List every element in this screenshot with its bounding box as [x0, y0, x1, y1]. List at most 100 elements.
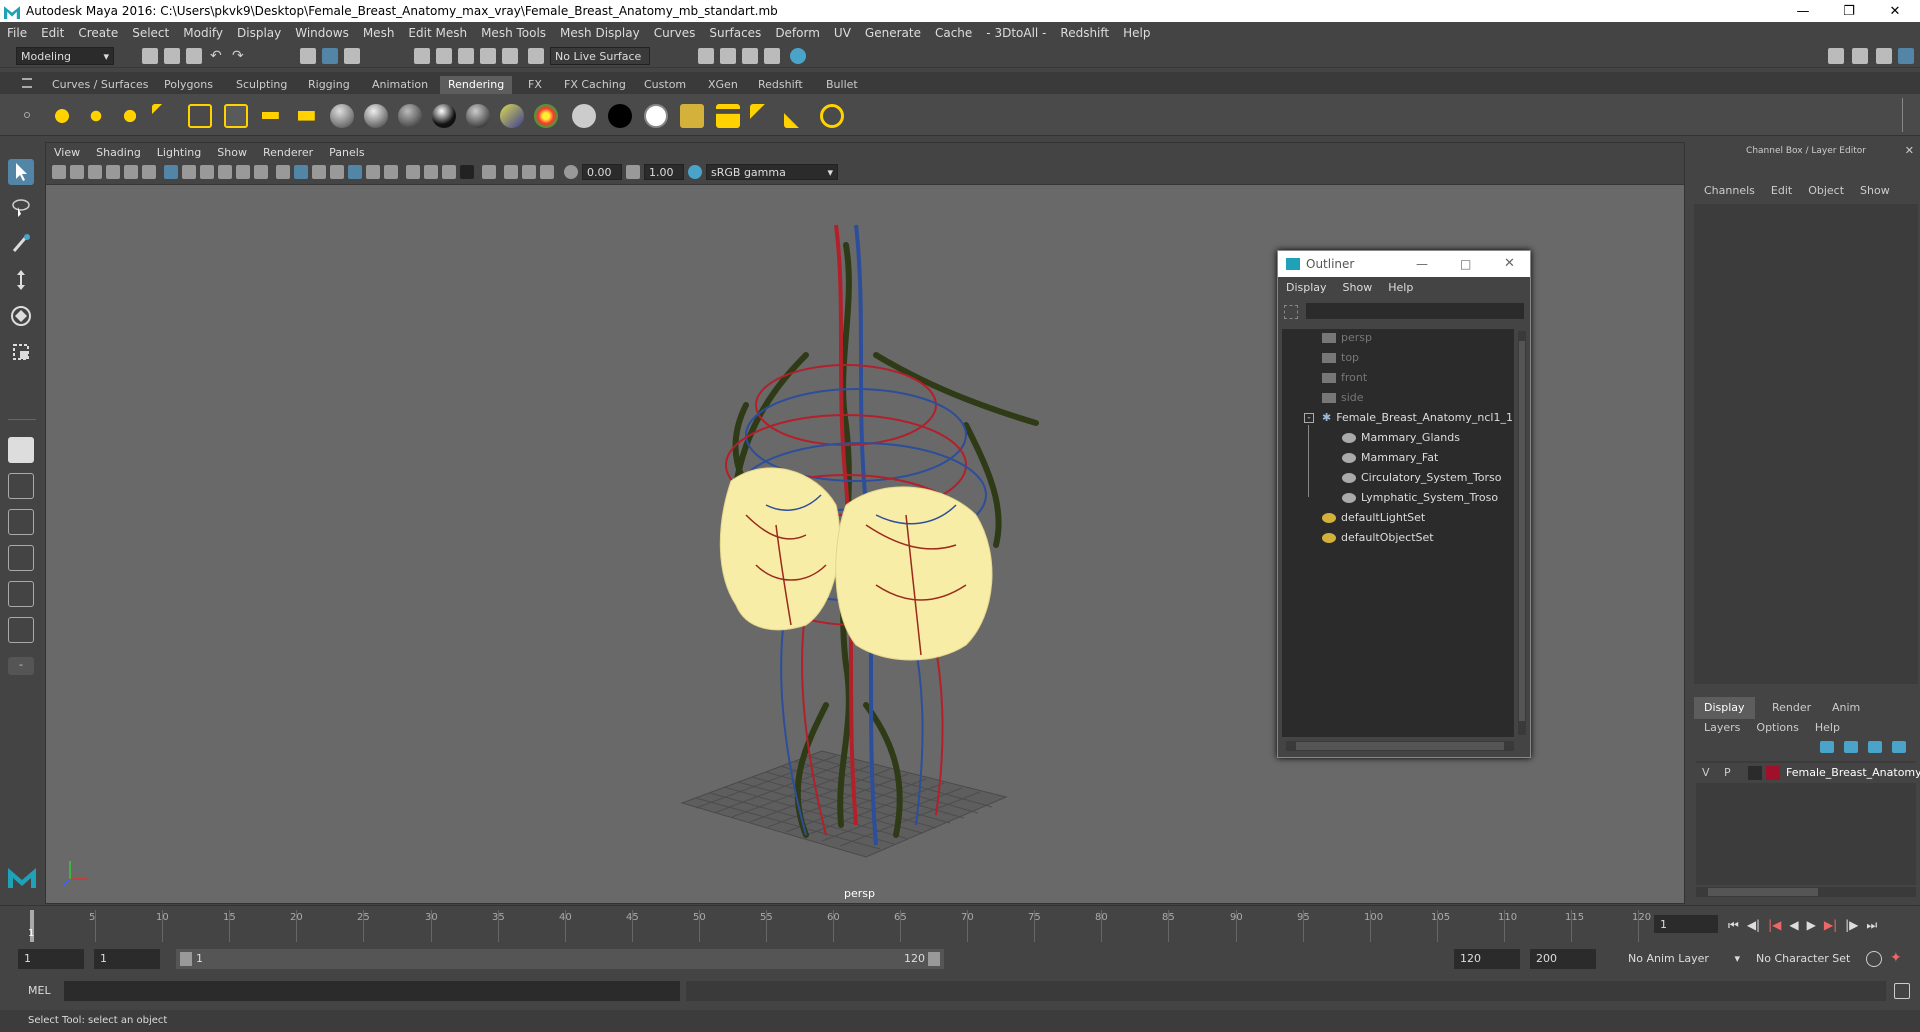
- workspace-icon[interactable]: [1828, 48, 1844, 64]
- go-to-end-icon[interactable]: ⏭: [1866, 918, 1877, 933]
- outliner-item-side[interactable]: side: [1322, 389, 1364, 407]
- animation-end-field[interactable]: 200: [1530, 949, 1596, 969]
- step-back-icon[interactable]: ◀|: [1747, 918, 1760, 933]
- persp-outliner-layout-icon[interactable]: [8, 545, 34, 571]
- phong-icon[interactable]: [398, 104, 422, 128]
- textured-icon[interactable]: [330, 165, 344, 179]
- layer-tab-render[interactable]: Render: [1762, 697, 1821, 719]
- go-to-start-icon[interactable]: ⏮: [1728, 918, 1739, 933]
- menu-display[interactable]: Display: [230, 26, 288, 40]
- camera-aim-icon[interactable]: [294, 104, 318, 128]
- undo-icon[interactable]: ↶: [210, 48, 226, 64]
- ambient-light-icon[interactable]: [50, 104, 74, 128]
- persp-graph-layout-icon[interactable]: [8, 581, 34, 607]
- shelf-menu-icon[interactable]: [22, 78, 32, 88]
- menu-select[interactable]: Select: [125, 26, 176, 40]
- outliner-title-bar[interactable]: Outliner — □ ✕: [1278, 251, 1530, 277]
- step-back-key-icon[interactable]: |◀: [1768, 918, 1781, 933]
- tab-rigging[interactable]: Rigging: [300, 76, 358, 94]
- menu-surfaces[interactable]: Surfaces: [702, 26, 768, 40]
- field-chart-icon[interactable]: [236, 165, 250, 179]
- outliner-item-default-light-set[interactable]: defaultLightSet: [1322, 509, 1425, 527]
- outliner-maximize-icon[interactable]: □: [1460, 257, 1471, 271]
- tab-curves-surfaces[interactable]: Curves / Surfaces: [44, 76, 157, 94]
- resolution-gate-icon[interactable]: [200, 165, 214, 179]
- layer-color-swatch[interactable]: [1766, 766, 1780, 780]
- lasso-tool-icon[interactable]: [8, 195, 34, 221]
- tab-animation[interactable]: Animation: [364, 76, 436, 94]
- make-light-link-icon[interactable]: [784, 104, 808, 128]
- script-editor-icon[interactable]: [1894, 983, 1910, 999]
- layer-horizontal-scrollbar[interactable]: [1696, 887, 1916, 897]
- use-background-icon[interactable]: [608, 104, 632, 128]
- select-tool-icon[interactable]: [8, 159, 34, 185]
- menu-3dtoall[interactable]: - 3DtoAll -: [979, 26, 1053, 40]
- select-object-icon[interactable]: [322, 48, 338, 64]
- blinn-icon[interactable]: [364, 104, 388, 128]
- outliner-item-persp[interactable]: persp: [1322, 329, 1372, 347]
- outliner-item-mammary-glands[interactable]: Mammary_Glands: [1342, 429, 1460, 447]
- area-light-icon[interactable]: [188, 104, 212, 128]
- tab-sculpting[interactable]: Sculpting: [228, 76, 295, 94]
- animation-prefs-icon[interactable]: ✦: [1890, 951, 1906, 967]
- new-scene-icon[interactable]: [142, 48, 158, 64]
- render-layer-icon[interactable]: [680, 104, 704, 128]
- render-view-icon[interactable]: [764, 48, 780, 64]
- use-all-lights-icon[interactable]: [348, 165, 362, 179]
- gamma-field[interactable]: 1.00: [644, 164, 684, 180]
- layer-menu-options[interactable]: Options: [1748, 721, 1806, 734]
- menu-windows[interactable]: Windows: [288, 26, 356, 40]
- attribute-editor-icon[interactable]: [1852, 48, 1868, 64]
- layer-type-toggle[interactable]: [1748, 766, 1762, 780]
- outliner-minimize-icon[interactable]: —: [1416, 257, 1428, 271]
- outliner-item-circulatory[interactable]: Circulatory_System_Torso: [1342, 469, 1502, 487]
- color-management-icon[interactable]: [688, 165, 702, 179]
- viewport-menu-lighting[interactable]: Lighting: [149, 146, 209, 159]
- motion-blur-icon[interactable]: [406, 165, 420, 179]
- channel-box-icon[interactable]: [1898, 48, 1914, 64]
- collapse-toolbox-icon[interactable]: -: [8, 657, 34, 675]
- bookmark-icon[interactable]: [88, 165, 102, 179]
- xray-joints-icon[interactable]: [522, 165, 536, 179]
- outliner-menu-display[interactable]: Display: [1278, 281, 1335, 294]
- surface-shader-icon[interactable]: [572, 104, 596, 128]
- rotate-tool-icon[interactable]: [8, 303, 34, 329]
- spot-light-icon[interactable]: [152, 104, 176, 128]
- outliner-item-mammary-fat[interactable]: Mammary_Fat: [1342, 449, 1438, 467]
- film-gate-icon[interactable]: [182, 165, 196, 179]
- restore-icon[interactable]: ❐: [1826, 0, 1872, 22]
- command-language-label[interactable]: MEL: [28, 984, 51, 997]
- menu-redshift[interactable]: Redshift: [1053, 26, 1116, 40]
- time-slider-track[interactable]: 1 5 10 15 20 25 30 35 40 45 50 55 60 65 70 75 80 85 90 95 1…: [28, 910, 1651, 942]
- menu-modify[interactable]: Modify: [176, 26, 230, 40]
- playback-end-field[interactable]: 120: [1454, 949, 1520, 969]
- backface-culling-icon[interactable]: [540, 165, 554, 179]
- volume-light-icon[interactable]: [224, 104, 248, 128]
- play-backwards-icon[interactable]: ◀: [1789, 918, 1798, 933]
- animation-start-field[interactable]: 1: [18, 949, 84, 969]
- outliner-filter-icon[interactable]: [1284, 305, 1298, 319]
- depth-of-field-icon[interactable]: [442, 165, 456, 179]
- wireframe-icon[interactable]: [276, 165, 290, 179]
- viewport-menu-show[interactable]: Show: [209, 146, 255, 159]
- range-slider-bar[interactable]: 1 120: [176, 949, 944, 969]
- menu-create[interactable]: Create: [71, 26, 125, 40]
- grease-pencil-icon[interactable]: [142, 165, 156, 179]
- tab-xgen[interactable]: XGen: [700, 76, 746, 94]
- layer-list[interactable]: V P Female_Breast_Anatomy: [1696, 761, 1920, 885]
- paint-select-icon[interactable]: [8, 231, 34, 257]
- point-light-icon[interactable]: [118, 104, 142, 128]
- auto-key-icon[interactable]: [1866, 951, 1882, 967]
- break-light-link-icon[interactable]: [750, 104, 774, 128]
- tab-fx[interactable]: FX: [520, 76, 550, 94]
- smooth-shade-icon[interactable]: [294, 165, 308, 179]
- ipr-render-icon[interactable]: [742, 48, 758, 64]
- redo-icon[interactable]: ↷: [232, 48, 248, 64]
- cb-menu-object[interactable]: Object: [1800, 184, 1852, 197]
- single-pane-layout-icon[interactable]: [8, 437, 34, 463]
- play-forwards-icon[interactable]: ▶: [1807, 918, 1816, 933]
- outliner-search-input[interactable]: [1306, 303, 1524, 319]
- outliner-item-default-object-set[interactable]: defaultObjectSet: [1322, 529, 1434, 547]
- layer-playback-toggle[interactable]: P: [1724, 766, 1731, 779]
- menu-mesh[interactable]: Mesh: [356, 26, 402, 40]
